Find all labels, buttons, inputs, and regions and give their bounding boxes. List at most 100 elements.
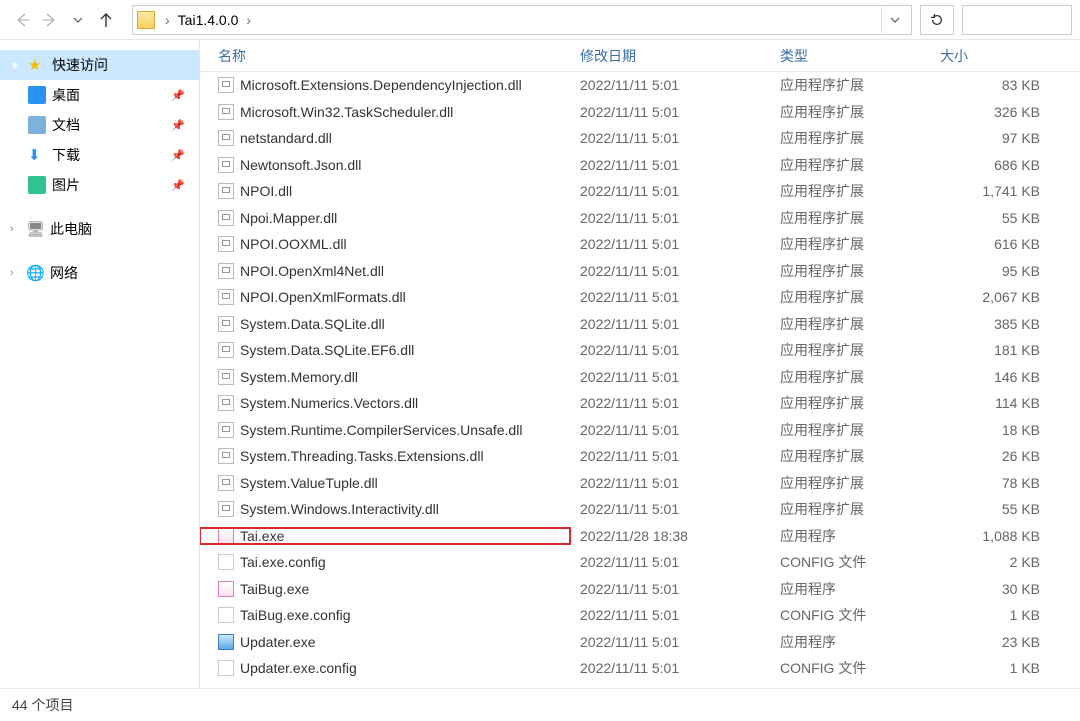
file-row[interactable]: System.ValueTuple.dll2022/11/11 5:01应用程序… [200,470,1080,497]
column-name[interactable]: 名称 [200,46,570,66]
file-name: TaiBug.exe [240,581,309,597]
file-row[interactable]: System.Numerics.Vectors.dll2022/11/11 5:… [200,390,1080,417]
status-bar: 44 个项目 [0,688,1080,721]
file-date: 2022/11/11 5:01 [570,554,770,570]
up-button[interactable] [92,6,120,34]
file-size: 326 KB [930,104,1050,120]
column-size[interactable]: 大小 [930,46,1050,66]
breadcrumb-dropdown[interactable] [881,7,907,33]
file-row[interactable]: Microsoft.Win32.TaskScheduler.dll 2022/11… [200,99,1080,126]
chevron-right-icon: › [10,223,26,235]
sidebar-pictures[interactable]: 图片 📌 [0,170,199,200]
chevron-down-icon: ▾ [12,59,28,72]
forward-button [36,6,64,34]
file-name: Updater.exe [240,634,316,650]
recent-dropdown[interactable] [64,6,92,34]
file-name: Newtonsoft.Json.dll [240,157,361,173]
file-size: 18 KB [930,422,1050,438]
file-size: 97 KB [930,130,1050,146]
dll-icon [218,369,234,385]
sidebar-documents[interactable]: 文档 📌 [0,110,199,140]
file-size: 78 KB [930,475,1050,491]
file-row[interactable]: System.Windows.Interactivity.dll2022/11/… [200,496,1080,523]
config-icon [218,660,234,676]
file-row[interactable]: NPOI.OpenXml4Net.dll2022/11/11 5:01应用程序扩… [200,258,1080,285]
chevron-right-icon: › [159,12,176,28]
file-name: System.Memory.dll [240,369,358,385]
main-panel: 名称 修改日期 类型 大小 Microsoft.Extensions.Depen… [200,40,1080,688]
address-bar: › Tai1.4.0.0 › [0,0,1080,40]
sidebar-quick-access[interactable]: ▾ ★ 快速访问 [0,50,199,80]
file-date: 2022/11/11 5:01 [570,342,770,358]
dll-icon [218,157,234,173]
sidebar-item-label: 文档 [52,115,80,135]
file-date: 2022/11/11 5:01 [570,607,770,623]
file-row[interactable]: TaiBug.exe.config 2022/11/11 5:01CONFIG 文… [200,602,1080,629]
file-type: 应用程序扩展 [770,420,930,440]
file-row[interactable]: NPOI.OOXML.dll2022/11/11 5:01应用程序扩展616 K… [200,231,1080,258]
file-row[interactable]: netstandard.dll2022/11/11 5:01应用程序扩展97 K… [200,125,1080,152]
breadcrumb-folder[interactable]: Tai1.4.0.0 [176,12,241,28]
column-type[interactable]: 类型 [770,46,930,66]
file-name: TaiBug.exe.config [240,607,351,623]
dll-icon [218,183,234,199]
file-date: 2022/11/11 5:01 [570,263,770,279]
file-size: 26 KB [930,448,1050,464]
file-name: Tai.exe [240,528,284,544]
dll-icon [218,342,234,358]
file-row[interactable]: TaiBug.exe2022/11/11 5:01应用程序30 KB [200,576,1080,603]
sidebar-item-label: 下载 [52,145,80,165]
file-type: 应用程序扩展 [770,181,930,201]
search-input[interactable] [962,5,1072,35]
file-size: 83 KB [930,77,1050,93]
file-row[interactable]: Newtonsoft.Json.dll2022/11/11 5:01应用程序扩展… [200,152,1080,179]
file-type: CONFIG 文件 [770,658,930,678]
file-name: Microsoft.Win32.TaskScheduler.dll [240,104,453,120]
file-date: 2022/11/11 5:01 [570,660,770,676]
file-type: 应用程序扩展 [770,393,930,413]
pin-icon: 📌 [171,179,185,192]
file-type: 应用程序 [770,632,930,652]
file-row[interactable]: Updater.exe2022/11/11 5:01应用程序23 KB [200,629,1080,656]
file-type: 应用程序扩展 [770,208,930,228]
file-type: 应用程序扩展 [770,314,930,334]
file-date: 2022/11/11 5:01 [570,316,770,332]
file-row[interactable]: Tai.exe.config2022/11/11 5:01CONFIG 文件2 … [200,549,1080,576]
file-date: 2022/11/11 5:01 [570,210,770,226]
refresh-button[interactable] [920,5,954,35]
column-date[interactable]: 修改日期 [570,46,770,66]
file-size: 95 KB [930,263,1050,279]
file-type: CONFIG 文件 [770,605,930,625]
sidebar-downloads[interactable]: ⬇ 下载 📌 [0,140,199,170]
file-row[interactable]: System.Data.SQLite.dll2022/11/11 5:01应用程… [200,311,1080,338]
file-row[interactable]: NPOI.dll2022/11/11 5:01应用程序扩展1,741 KB [200,178,1080,205]
file-size: 181 KB [930,342,1050,358]
file-name: NPOI.OOXML.dll [240,236,347,252]
file-row[interactable]: System.Threading.Tasks.Extensions.dll202… [200,443,1080,470]
file-name: System.Data.SQLite.EF6.dll [240,342,414,358]
file-date: 2022/11/11 5:01 [570,157,770,173]
file-row[interactable]: System.Memory.dll2022/11/11 5:01应用程序扩展14… [200,364,1080,391]
dll-icon [218,316,234,332]
file-type: 应用程序 [770,526,930,546]
sidebar-this-pc[interactable]: › 🖥 此电脑 [0,214,199,244]
file-row[interactable]: Updater.exe.config2022/11/11 5:01CONFIG … [200,655,1080,682]
file-date: 2022/11/11 5:01 [570,130,770,146]
dll-icon [218,395,234,411]
sidebar-network[interactable]: › 🌐 网络 [0,258,199,288]
file-row[interactable]: System.Runtime.CompilerServices.Unsafe.d… [200,417,1080,444]
file-row[interactable]: System.Data.SQLite.EF6.dll 2022/11/11 5:0… [200,337,1080,364]
file-row[interactable]: Tai.exe2022/11/28 18:38应用程序1,088 KB [200,523,1080,550]
file-type: 应用程序扩展 [770,75,930,95]
file-date: 2022/11/11 5:01 [570,77,770,93]
file-row[interactable]: Microsoft.Extensions.DependencyInjection… [200,72,1080,99]
file-date: 2022/11/11 5:01 [570,104,770,120]
file-name: System.Windows.Interactivity.dll [240,501,439,517]
file-row[interactable]: Npoi.Mapper.dll2022/11/11 5:01应用程序扩展55 K… [200,205,1080,232]
file-size: 616 KB [930,236,1050,252]
sidebar-desktop[interactable]: 桌面 📌 [0,80,199,110]
file-size: 1,741 KB [930,183,1050,199]
breadcrumb[interactable]: › Tai1.4.0.0 › [132,5,912,35]
file-row[interactable]: NPOI.OpenXmlFormats.dll2022/11/11 5:01应用… [200,284,1080,311]
dll-icon [218,104,234,120]
